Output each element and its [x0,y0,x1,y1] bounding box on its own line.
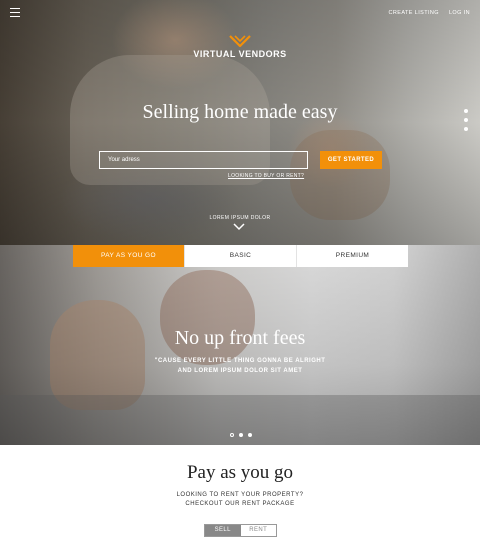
sell-toggle-button[interactable]: SELL [205,525,241,536]
logo[interactable]: VIRTUAL VENDORS [0,35,480,59]
pager-dot[interactable] [464,118,468,122]
pager-dot[interactable] [248,433,252,437]
hero-headline: Selling home made easy [142,101,338,123]
plan-quote: "CAUSE EVERY LITTLE THING GONNA BE ALRIG… [0,356,480,376]
pager-dot[interactable] [239,433,243,437]
pay-title: Pay as you go [186,462,294,483]
buy-or-rent-link[interactable]: LOOKING TO BUY OR RENT? [228,173,304,179]
hero-section: CREATE LISTING LOG IN VIRTUAL VENDORS Se… [0,0,480,245]
pay-sub-line1: LOOKING TO RENT YOUR PROPERTY? [176,492,304,498]
logo-chevron-icon [229,35,251,47]
tab-pay-as-you-go[interactable]: PAY AS YOU GO [73,245,185,267]
plan-quote-line2: AND LOREM IPSUM DOLOR SIT AMET [177,368,303,374]
tab-basic[interactable]: BASIC [185,245,297,267]
plan-quote-line1: "CAUSE EVERY LITTLE THING GONNA BE ALRIG… [154,358,326,364]
sell-rent-toggle: SELL RENT [204,524,277,537]
plan-pager [230,433,252,437]
pager-dot[interactable] [464,127,468,131]
tab-premium[interactable]: PREMIUM [297,245,408,267]
plan-title: No up front fees [174,327,306,349]
scroll-label: LOREM IPSUM DOLOR [209,215,271,221]
pay-sub-line2: CHECKOUT OUR RENT PACKAGE [185,501,295,507]
pay-subtitle: LOOKING TO RENT YOUR PROPERTY? CHECKOUT … [0,491,480,509]
rent-toggle-button[interactable]: RENT [240,525,276,536]
create-listing-link[interactable]: CREATE LISTING [389,10,439,16]
hamburger-icon[interactable] [10,8,20,17]
logo-text: VIRTUAL VENDORS [193,49,287,59]
pager-dot[interactable] [230,433,234,437]
pager-dot[interactable] [464,109,468,113]
plan-tabs: PAY AS YOU GO BASIC PREMIUM [73,245,408,267]
address-input[interactable]: Your adress [99,151,308,169]
top-nav: CREATE LISTING LOG IN [389,10,470,16]
chevron-down-icon[interactable] [233,223,245,231]
hero-pager [464,109,468,131]
login-link[interactable]: LOG IN [449,10,470,16]
get-started-button[interactable]: GET STARTED [320,151,382,169]
